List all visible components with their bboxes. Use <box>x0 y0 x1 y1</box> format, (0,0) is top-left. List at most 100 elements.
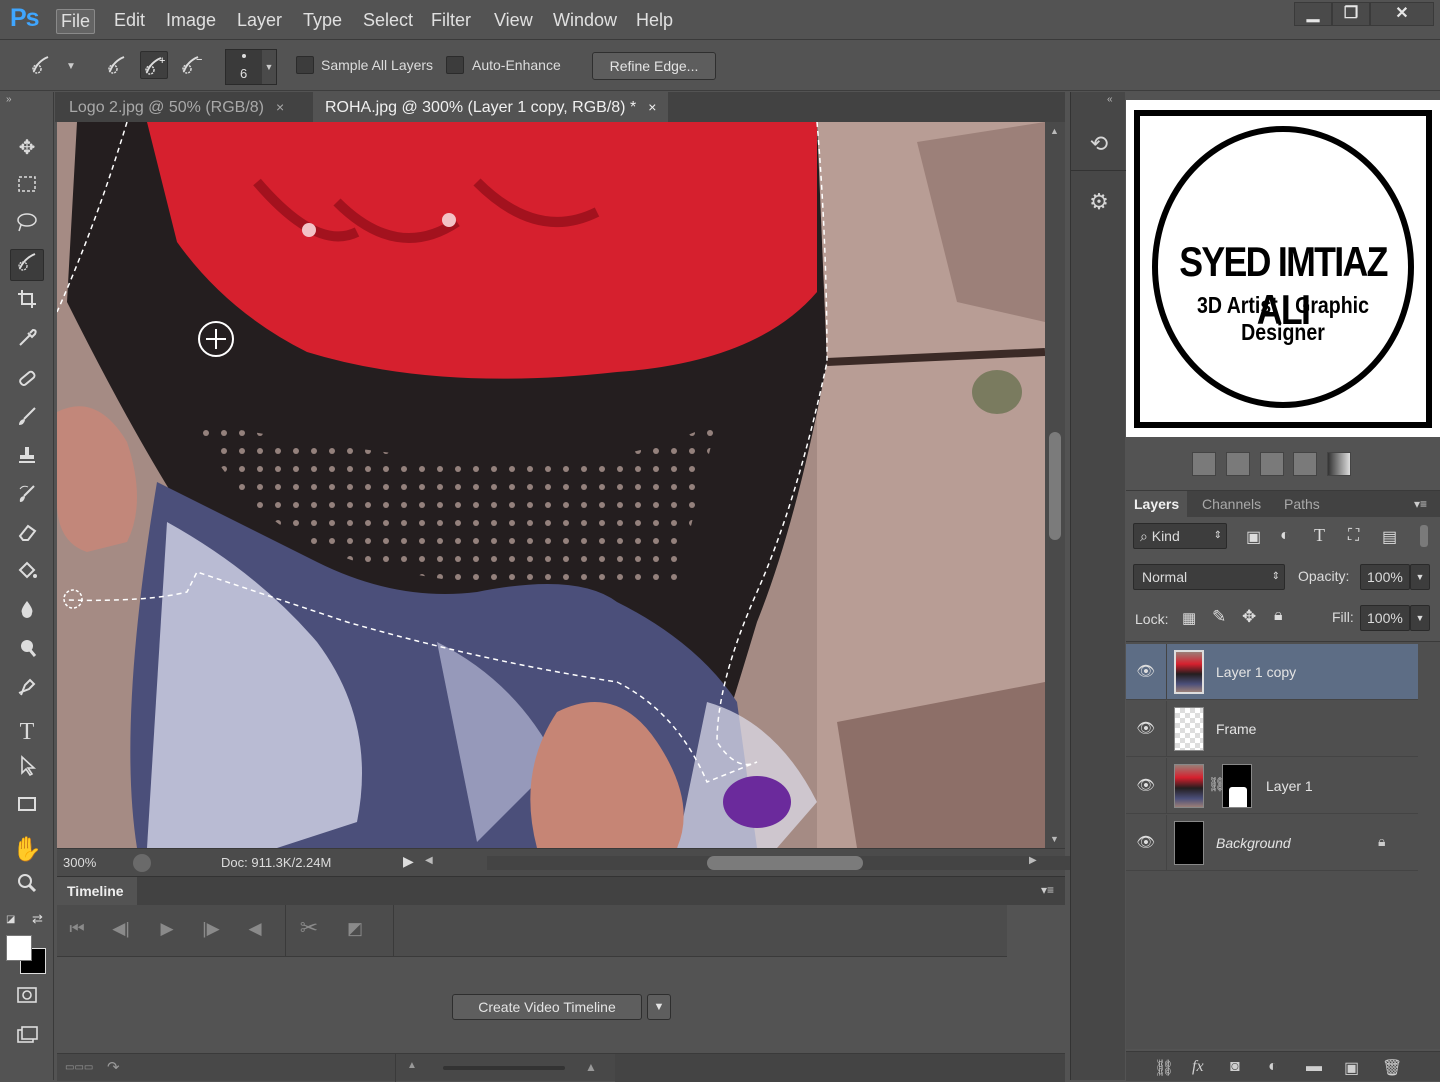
menu-help[interactable]: Help <box>632 9 677 32</box>
layer-style-icon[interactable]: fx <box>1192 1058 1204 1076</box>
layer-row-background[interactable]: 👁︎ Background 🔒︎ <box>1126 815 1418 871</box>
tab-logo-2[interactable]: Logo 2.jpg @ 50% (RGB/8) × <box>57 92 296 122</box>
screen-mode-icon[interactable] <box>10 1024 44 1056</box>
split-scissors-icon[interactable]: ✂ <box>295 915 323 941</box>
default-colors-icon[interactable]: ◪ <box>6 914 15 925</box>
quick-mask-icon[interactable] <box>10 984 44 1016</box>
zoom-tool-icon[interactable] <box>10 872 44 904</box>
fill-dropdown-icon[interactable]: ▼ <box>1410 605 1430 631</box>
visibility-eye-icon[interactable]: 👁︎ <box>1136 719 1156 737</box>
brightness-contrast-icon[interactable] <box>1192 452 1216 476</box>
previous-frame-icon[interactable]: ◀| <box>107 919 135 939</box>
vertical-scroll-thumb[interactable] <box>1049 432 1061 540</box>
scroll-down-icon[interactable]: ▼ <box>1050 834 1059 844</box>
filter-kind-select[interactable]: ⌕ Kind ⇕ <box>1133 523 1227 549</box>
marquee-tool-icon[interactable] <box>10 172 44 204</box>
move-tool-icon[interactable]: ✥ <box>10 132 44 164</box>
history-panel-icon[interactable]: ⟲ <box>1085 130 1113 158</box>
opacity-dropdown-icon[interactable]: ▼ <box>1410 564 1430 590</box>
panel-menu-icon[interactable]: ▾≡ <box>1041 883 1054 897</box>
zoom-in-icon[interactable]: ▲ <box>585 1060 597 1074</box>
play-icon[interactable]: ▶ <box>153 919 181 939</box>
close-tab-icon[interactable]: × <box>648 99 656 115</box>
rectangle-tool-icon[interactable] <box>10 793 44 825</box>
lock-transparent-icon[interactable]: ▦ <box>1182 609 1196 627</box>
visibility-eye-icon[interactable]: 👁︎ <box>1136 662 1156 680</box>
frame-animation-icon[interactable]: ▭▭▭ <box>65 1062 93 1073</box>
new-adjustment-layer-icon[interactable]: ◐ <box>1268 1058 1278 1076</box>
scroll-right-icon[interactable]: ▶ <box>1029 855 1037 866</box>
status-menu-arrow-icon[interactable]: ▶ <box>403 853 414 870</box>
history-brush-tool-icon[interactable] <box>10 483 44 515</box>
brush-tool-icon[interactable] <box>10 405 44 437</box>
new-selection-icon[interactable] <box>104 51 132 79</box>
menu-file[interactable]: File <box>56 9 96 34</box>
menu-image[interactable]: Image <box>162 9 220 32</box>
healing-brush-tool-icon[interactable] <box>10 367 44 399</box>
timeline-options-dropdown-icon[interactable]: ▼ <box>647 994 671 1020</box>
render-video-icon[interactable]: ↷ <box>107 1058 120 1076</box>
menu-view[interactable]: View <box>490 9 537 32</box>
visibility-eye-icon[interactable]: 👁︎ <box>1136 776 1156 794</box>
minimize-button[interactable]: ▁ <box>1294 2 1332 26</box>
properties-panel-icon[interactable]: ⚙ <box>1085 188 1113 216</box>
layer-row-layer-1-copy[interactable]: 👁︎ Layer 1 copy <box>1126 644 1418 700</box>
tab-roha[interactable]: ROHA.jpg @ 300% (Layer 1 copy, RGB/8) * × <box>313 92 669 122</box>
type-filter-icon[interactable]: T <box>1314 525 1325 546</box>
timeline-zoom-slider[interactable] <box>443 1066 565 1070</box>
paint-bucket-tool-icon[interactable] <box>10 560 44 592</box>
tab-layers[interactable]: Layers <box>1126 491 1188 517</box>
link-layers-icon[interactable]: ⛓ <box>1154 1058 1174 1078</box>
crop-tool-icon[interactable] <box>10 288 44 320</box>
audio-icon[interactable]: ◀ <box>241 919 269 939</box>
delete-layer-icon[interactable]: 🗑︎ <box>1382 1058 1402 1078</box>
clone-stamp-tool-icon[interactable] <box>10 444 44 476</box>
exposure-icon[interactable] <box>1293 452 1317 476</box>
collapse-toolbar-icon[interactable]: » <box>6 94 12 105</box>
menu-filter[interactable]: Filter <box>427 9 475 32</box>
pixel-filter-icon[interactable]: ▣ <box>1246 527 1261 547</box>
swap-colors-icon[interactable]: ⇄ <box>32 911 43 927</box>
tab-channels[interactable]: Channels <box>1194 491 1269 517</box>
vertical-scrollbar[interactable]: ▲ ▼ <box>1045 122 1065 848</box>
foreground-color-swatch[interactable] <box>6 935 32 961</box>
close-tab-icon[interactable]: × <box>276 99 284 115</box>
document-canvas[interactable] <box>57 122 1045 848</box>
visibility-eye-icon[interactable]: 👁︎ <box>1136 833 1156 851</box>
refine-edge-button[interactable]: Refine Edge... <box>592 52 716 80</box>
dodge-tool-icon[interactable] <box>10 637 44 669</box>
lock-all-icon[interactable]: 🔒︎ <box>1274 607 1283 625</box>
layer-row-layer-1[interactable]: 👁︎ ⛓ Layer 1 <box>1126 758 1418 814</box>
menu-select[interactable]: Select <box>359 9 417 32</box>
first-frame-icon[interactable]: ⏮ <box>63 919 91 939</box>
blend-mode-select[interactable]: Normal ⇕ <box>1133 564 1285 590</box>
eraser-tool-icon[interactable] <box>10 521 44 553</box>
curves-icon[interactable] <box>1260 452 1284 476</box>
filter-toggle[interactable] <box>1420 525 1428 547</box>
type-tool-icon[interactable]: T <box>10 716 44 748</box>
lasso-tool-icon[interactable] <box>10 210 44 242</box>
eyedropper-tool-icon[interactable] <box>10 327 44 359</box>
add-mask-icon[interactable]: ◙ <box>1230 1058 1240 1076</box>
layer-mask-thumbnail[interactable] <box>1222 764 1252 808</box>
menu-layer[interactable]: Layer <box>233 9 286 32</box>
new-group-icon[interactable]: ▬ <box>1306 1058 1322 1076</box>
tab-timeline[interactable]: Timeline <box>57 877 137 905</box>
horizontal-scrollbar[interactable] <box>487 856 1087 870</box>
zoom-out-icon[interactable]: ▲ <box>407 1060 417 1071</box>
transition-icon[interactable]: ◩ <box>341 919 369 939</box>
sample-all-layers-checkbox[interactable] <box>296 56 314 74</box>
menu-type[interactable]: Type <box>299 9 346 32</box>
menu-edit[interactable]: Edit <box>110 9 149 32</box>
gradient-map-icon[interactable] <box>1327 452 1351 476</box>
pen-tool-icon[interactable] <box>10 676 44 708</box>
expand-panels-icon[interactable]: « <box>1107 94 1113 105</box>
restore-button[interactable]: ❐ <box>1332 2 1370 26</box>
scroll-left-icon[interactable]: ◀ <box>425 855 433 866</box>
panel-menu-icon[interactable]: ▾≡ <box>1414 497 1427 511</box>
lock-position-icon[interactable]: ✥ <box>1242 607 1256 627</box>
scroll-up-icon[interactable]: ▲ <box>1050 126 1059 136</box>
subtract-from-selection-icon[interactable]: − <box>178 51 206 79</box>
create-video-timeline-button[interactable]: Create Video Timeline <box>452 994 642 1020</box>
layer-row-frame[interactable]: 👁︎ Frame <box>1126 701 1418 757</box>
